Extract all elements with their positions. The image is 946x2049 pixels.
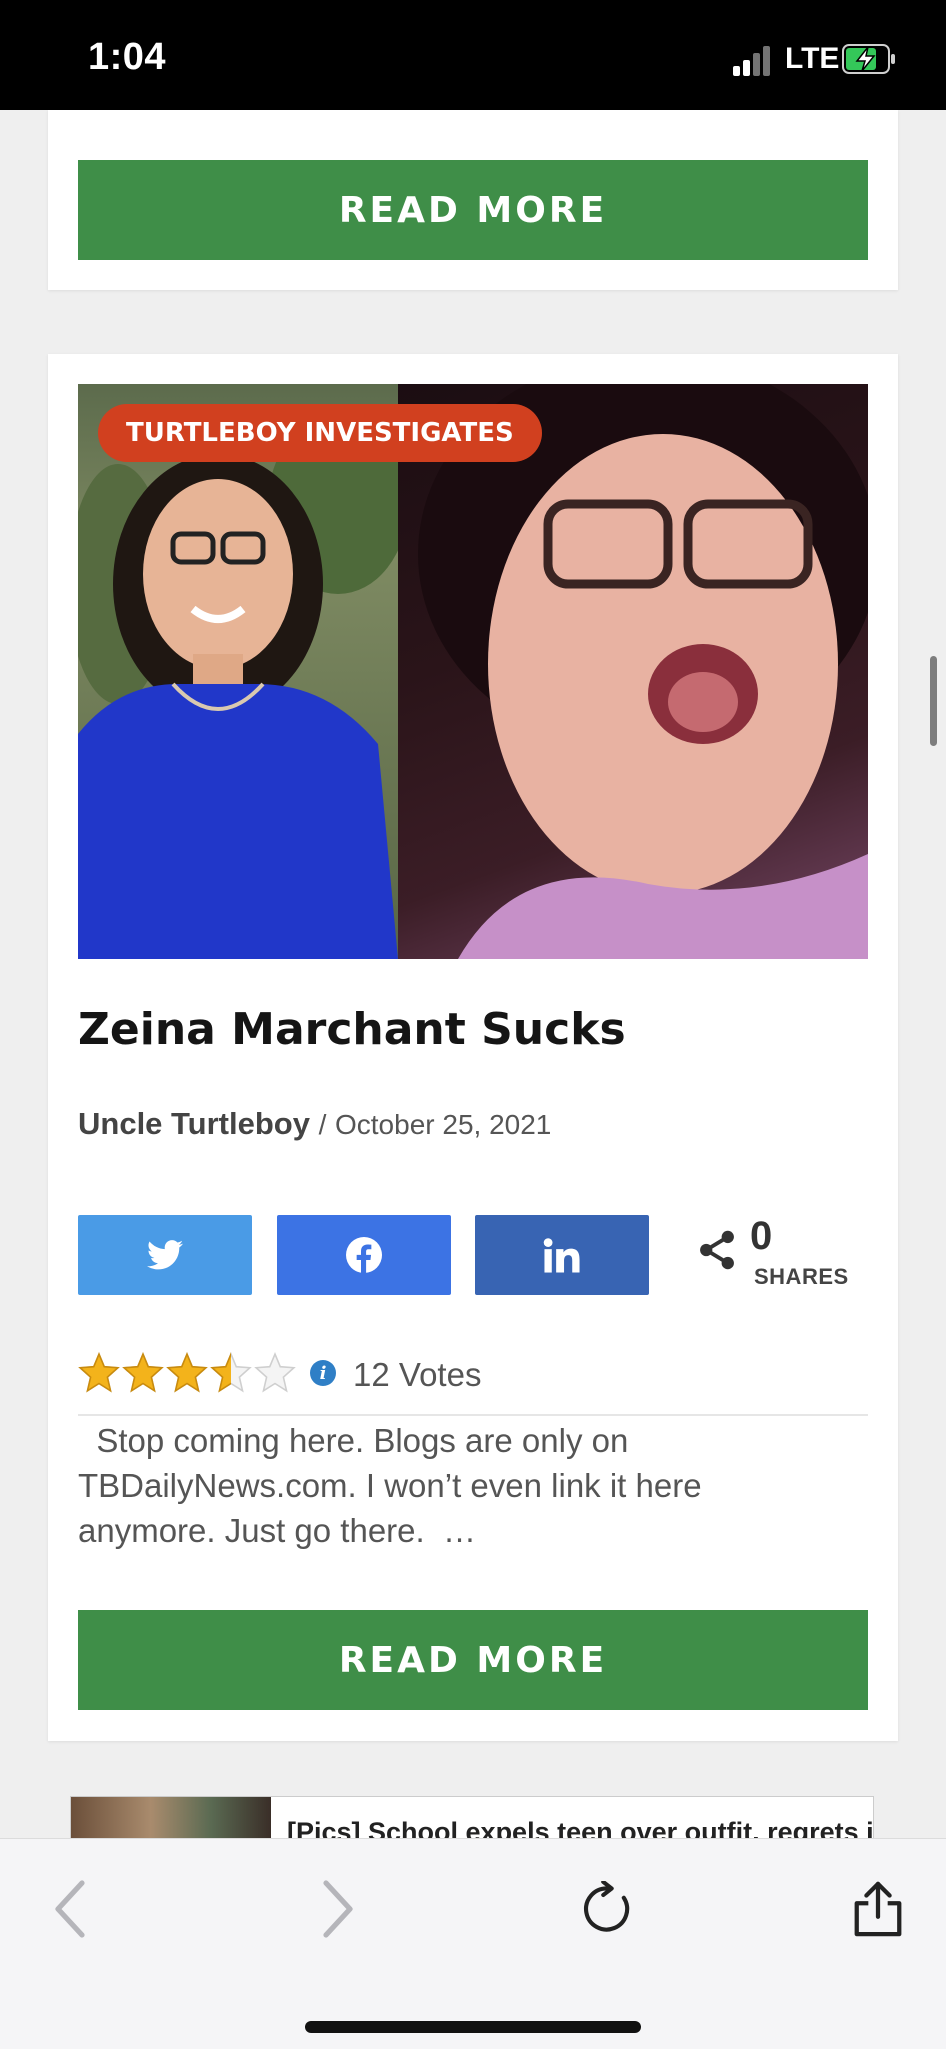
twitter-share-button[interactable] [78,1215,252,1295]
network-type: LTE [785,42,840,75]
reload-icon [584,1881,630,1932]
status-bar: 1:04 LTE [0,0,946,110]
star-rating: i 12 Votes [78,1350,868,1398]
previous-article-card: READ MORE [48,110,898,290]
twitter-icon [147,1240,183,1270]
star-icon[interactable] [254,1352,296,1394]
share-icon [700,1230,734,1270]
browser-toolbar [0,1838,946,2049]
article-excerpt: Stop coming here. Blogs are only on TBDa… [78,1422,711,1549]
star-icon[interactable] [122,1352,164,1394]
facebook-icon [346,1237,382,1273]
forward-icon [323,1880,353,1938]
linkedin-icon [543,1238,580,1273]
battery-charging-icon [842,44,895,74]
read-more-button[interactable]: READ MORE [78,160,868,260]
linkedin-share-button[interactable] [475,1215,649,1295]
share-count-number: 0 [750,1214,773,1258]
publish-date: October 25, 2021 [335,1109,552,1140]
home-indicator [305,2021,641,2033]
article-title[interactable]: Zeina Marchant Sucks [78,1004,626,1055]
star-icon[interactable] [210,1352,252,1394]
article-byline: Uncle Turtleboy / October 25, 2021 [78,1106,551,1142]
facebook-share-button[interactable] [277,1215,451,1295]
share-button[interactable] [838,1869,918,1949]
portrait-photo-left [78,384,398,959]
read-more-button[interactable]: READ MORE [78,1610,868,1710]
category-tag[interactable]: TURTLEBOY INVESTIGATES [98,404,542,462]
star-icon[interactable] [78,1352,120,1394]
back-button[interactable] [30,1869,110,1949]
page-scrollbar[interactable] [930,656,937,746]
author-link[interactable]: Uncle Turtleboy [78,1106,310,1141]
rating-stars[interactable] [78,1352,296,1394]
share-counter: 0 SHARES [688,1214,868,1298]
votes-count: 12 Votes [353,1356,482,1393]
divider [78,1414,868,1416]
cellular-signal-icon [733,44,771,76]
byline-separator: / [318,1109,327,1140]
share-upload-icon [854,1881,902,1937]
status-time: 1:04 [88,36,167,78]
forward-button[interactable] [298,1869,378,1949]
article-featured-image[interactable]: TURTLEBOY INVESTIGATES [78,384,868,959]
back-icon [55,1880,85,1938]
reload-button[interactable] [567,1869,647,1949]
portrait-photo-right [398,384,868,959]
share-count-label: SHARES [754,1264,849,1289]
info-icon[interactable]: i [310,1360,336,1386]
article-card: TURTLEBOY INVESTIGATES Zeina Marchant Su… [48,354,898,1741]
star-icon[interactable] [166,1352,208,1394]
